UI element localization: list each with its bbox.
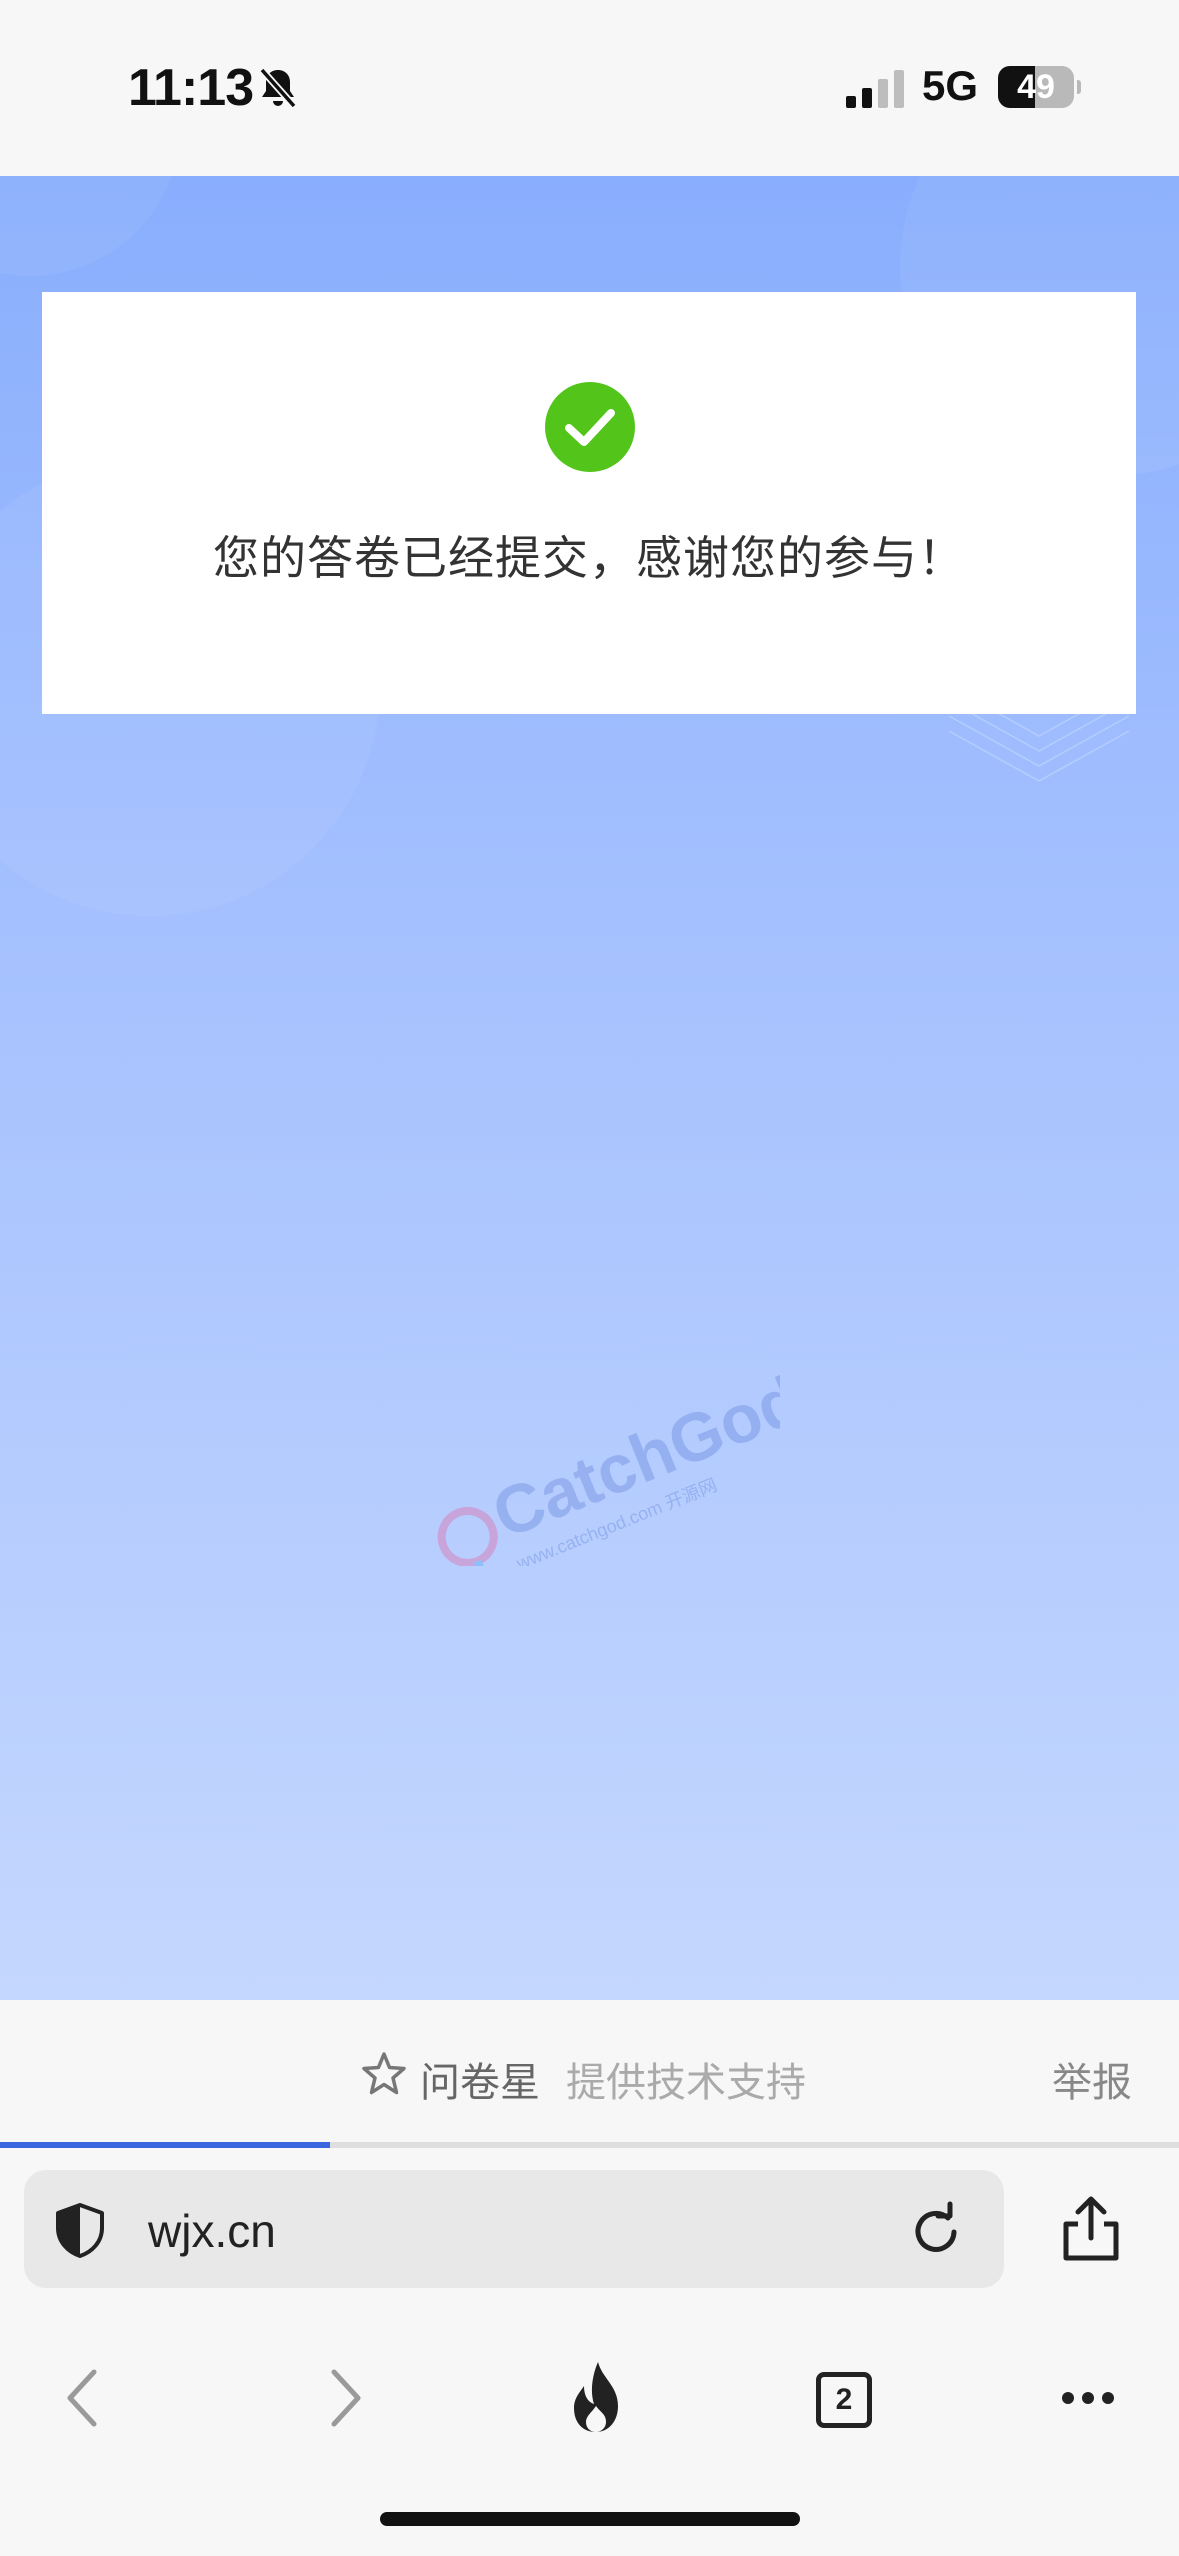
reload-icon[interactable]: [904, 2200, 968, 2264]
watermark-logo: CatchGod www.catchgod.com 开源网: [437, 1366, 780, 1566]
url-text[interactable]: wjx.cn: [148, 2204, 276, 2258]
shield-icon[interactable]: [50, 2200, 110, 2260]
support-bar: 问卷星 提供技术支持 举报: [0, 2000, 1179, 2148]
web-content: 您的答卷已经提交，感谢您的参与！ CatchGod www.catchgod.c…: [0, 176, 1179, 2000]
support-text: 提供技术支持: [566, 2060, 806, 2106]
bell-slash-icon: [259, 67, 297, 109]
result-card: [42, 292, 1136, 714]
more-dots-icon: [1062, 2392, 1114, 2404]
status-time: 11:13: [128, 59, 254, 117]
tab-count: 2: [816, 2372, 872, 2428]
browser-nav-row: 2: [0, 2348, 1179, 2448]
submit-success-message: 您的答卷已经提交，感谢您的参与！: [213, 531, 965, 585]
battery-level: 49: [1017, 68, 1055, 106]
cellular-signal-icon: [846, 70, 904, 108]
background-decoration: [0, 176, 180, 276]
brand-link[interactable]: 问卷星: [420, 2050, 540, 2108]
more-button[interactable]: [1038, 2348, 1138, 2448]
network-type: 5G: [922, 62, 979, 109]
chevron-right-icon: [331, 2369, 361, 2427]
home-indicator[interactable]: [380, 2512, 800, 2526]
forward-button[interactable]: [294, 2348, 394, 2448]
back-button[interactable]: [34, 2348, 134, 2448]
status-bar: 11:13 5G 49: [0, 0, 1179, 176]
flame-icon: [574, 2362, 618, 2432]
browser-toolbar: wjx.cn 2: [0, 2148, 1179, 2556]
address-bar[interactable]: wjx.cn: [24, 2170, 1004, 2288]
chevron-left-icon: [67, 2369, 97, 2427]
battery-indicator: 49: [998, 66, 1081, 108]
check-circle-icon: [545, 382, 635, 472]
tabs-button[interactable]: 2: [792, 2348, 892, 2448]
star-outline-icon: [362, 2052, 406, 2095]
hot-button[interactable]: [546, 2348, 646, 2448]
report-link[interactable]: 举报: [1052, 2050, 1132, 2108]
share-icon[interactable]: [1058, 2194, 1124, 2264]
